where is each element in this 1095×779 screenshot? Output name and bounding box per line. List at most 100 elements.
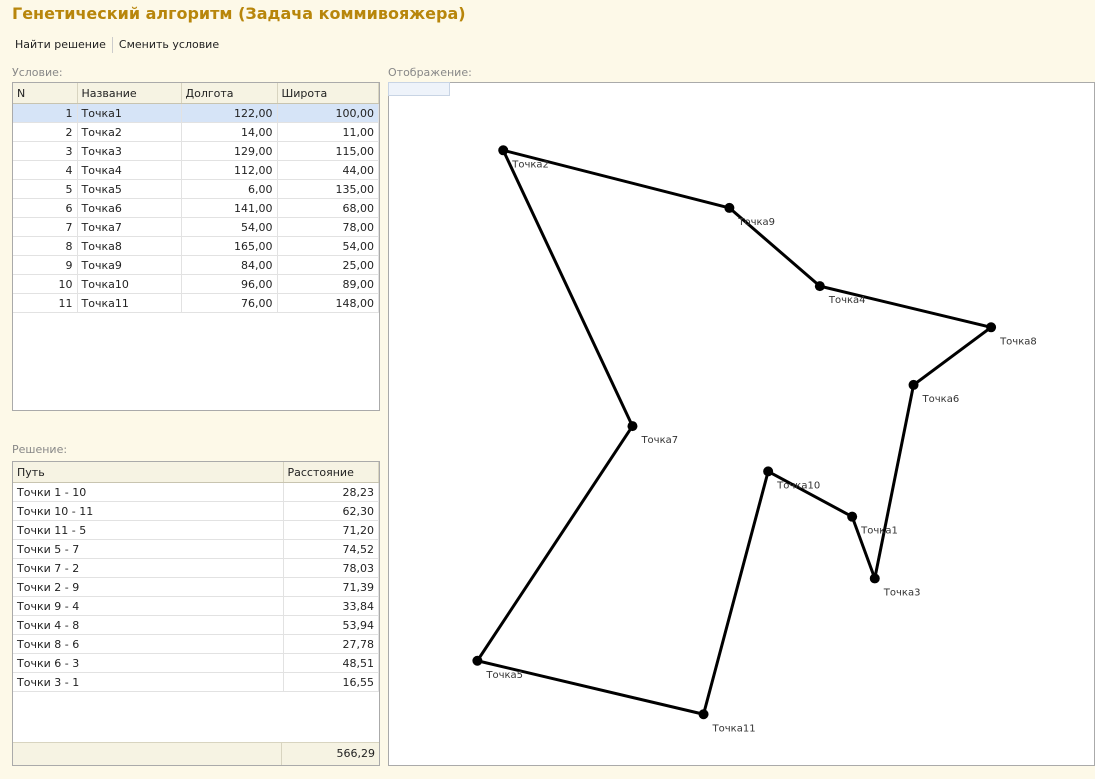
- route-point: [847, 511, 858, 522]
- table-cell: 148,00: [277, 293, 379, 313]
- route-point: [814, 281, 825, 292]
- route-segment: [912, 326, 992, 387]
- table-cell: 1: [13, 103, 78, 123]
- condition-header-3[interactable]: Широта: [277, 83, 379, 104]
- find-solution-button[interactable]: Найти решение: [10, 36, 111, 53]
- table-cell: 14,00: [181, 122, 278, 142]
- table-cell: 28,23: [283, 482, 379, 502]
- table-row[interactable]: Точки 1 - 10 28,23: [13, 482, 379, 502]
- route-point: [698, 709, 709, 720]
- table-row[interactable]: Точки 7 - 2 78,03: [13, 558, 379, 578]
- route-segment: [702, 471, 770, 715]
- table-cell: 89,00: [277, 274, 379, 294]
- window-title: Генетический алгоритм (Задача коммивояже…: [12, 4, 466, 23]
- table-cell: 3: [13, 141, 78, 161]
- route-segment: [501, 149, 634, 427]
- table-cell: Точка8: [77, 236, 182, 256]
- point-label: Точка8: [999, 336, 1037, 347]
- table-cell: Точки 6 - 3: [13, 653, 284, 673]
- table-row[interactable]: 1 Точка1 122,00 100,00: [13, 103, 379, 123]
- table-cell: 16,55: [283, 672, 379, 692]
- table-cell: 76,00: [181, 293, 278, 313]
- table-row[interactable]: Точки 3 - 1 16,55: [13, 672, 379, 692]
- solution-table[interactable]: Путь Расстояние Точки 1 - 10 28,23 Точки 10…: [12, 461, 380, 766]
- table-row[interactable]: Точки 5 - 7 74,52: [13, 539, 379, 559]
- table-cell: Точка5: [77, 179, 182, 199]
- table-cell: 122,00: [181, 103, 278, 123]
- route-point: [498, 145, 509, 156]
- table-cell: 96,00: [181, 274, 278, 294]
- table-row[interactable]: Точки 4 - 8 53,94: [13, 615, 379, 635]
- table-cell: 74,52: [283, 539, 379, 559]
- table-cell: Точки 11 - 5: [13, 520, 284, 540]
- display-label: Отображение:: [388, 66, 472, 79]
- table-cell: 33,84: [283, 596, 379, 616]
- table-cell: 44,00: [277, 160, 379, 180]
- table-row[interactable]: Точки 6 - 3 48,51: [13, 653, 379, 673]
- table-row[interactable]: Точки 9 - 4 33,84: [13, 596, 379, 616]
- table-row[interactable]: Точки 10 - 11 62,30: [13, 501, 379, 521]
- table-cell: 54,00: [277, 236, 379, 256]
- table-row[interactable]: 7 Точка7 54,00 78,00: [13, 217, 379, 237]
- table-row[interactable]: 9 Точка9 84,00 25,00: [13, 255, 379, 275]
- route-point: [627, 421, 638, 432]
- route-segment: [873, 384, 916, 579]
- table-row[interactable]: 10 Точка10 96,00 89,00: [13, 274, 379, 294]
- table-cell: 11: [13, 293, 78, 313]
- route-point: [724, 202, 735, 213]
- table-cell: Точки 10 - 11: [13, 501, 284, 521]
- table-cell: Точка1: [77, 103, 182, 123]
- route-segment: [819, 284, 992, 329]
- table-row[interactable]: Точки 11 - 5 71,20: [13, 520, 379, 540]
- solution-footer: 566,29: [13, 742, 379, 765]
- table-cell: 11,00: [277, 122, 379, 142]
- point-label: Точка3: [883, 587, 921, 598]
- table-cell: 7: [13, 217, 78, 237]
- solution-header-0[interactable]: Путь: [13, 462, 284, 483]
- condition-table[interactable]: N Название Долгота Широта 1 Точка1 122,00 100,…: [12, 82, 380, 411]
- table-cell: 68,00: [277, 198, 379, 218]
- route-point: [908, 379, 919, 390]
- table-row[interactable]: 4 Точка4 112,00 44,00: [13, 160, 379, 180]
- condition-header-2[interactable]: Долгота: [181, 83, 278, 104]
- toolbar-separator: [111, 36, 113, 53]
- solution-header-1[interactable]: Расстояние: [283, 462, 379, 483]
- change-condition-button[interactable]: Сменить условие: [114, 36, 224, 53]
- route-point: [986, 322, 997, 333]
- table-row[interactable]: Точки 8 - 6 27,78: [13, 634, 379, 654]
- point-label: Точка7: [640, 435, 678, 446]
- table-cell: 6,00: [181, 179, 278, 199]
- table-cell: 48,51: [283, 653, 379, 673]
- table-row[interactable]: 5 Точка5 6,00 135,00: [13, 179, 379, 199]
- condition-header-1[interactable]: Название: [77, 83, 182, 104]
- route-point: [763, 466, 774, 477]
- table-cell: 25,00: [277, 255, 379, 275]
- table-cell: 135,00: [277, 179, 379, 199]
- table-cell: 10: [13, 274, 78, 294]
- table-cell: Точки 5 - 7: [13, 539, 284, 559]
- table-cell: 71,39: [283, 577, 379, 597]
- table-row[interactable]: 11 Точка11 76,00 148,00: [13, 293, 379, 313]
- table-cell: 129,00: [181, 141, 278, 161]
- table-cell: Точки 4 - 8: [13, 615, 284, 635]
- table-row[interactable]: 8 Точка8 165,00 54,00: [13, 236, 379, 256]
- table-cell: Точки 7 - 2: [13, 558, 284, 578]
- condition-header-0[interactable]: N: [13, 83, 78, 104]
- table-cell: 2: [13, 122, 78, 142]
- table-cell: 100,00: [277, 103, 379, 123]
- point-label: Точка1: [860, 526, 898, 537]
- table-cell: 78,00: [277, 217, 379, 237]
- table-cell: 53,94: [283, 615, 379, 635]
- table-cell: Точка4: [77, 160, 182, 180]
- table-row[interactable]: 2 Точка2 14,00 11,00: [13, 122, 379, 142]
- solution-label: Решение:: [12, 443, 68, 456]
- table-cell: 78,03: [283, 558, 379, 578]
- table-row[interactable]: Точки 2 - 9 71,39: [13, 577, 379, 597]
- display-tab[interactable]: [388, 82, 450, 96]
- table-row[interactable]: 3 Точка3 129,00 115,00: [13, 141, 379, 161]
- table-cell: 6: [13, 198, 78, 218]
- point-label: Точка6: [922, 394, 960, 405]
- route-display: Точка1 Точка2 Точка3 Точка4 Точка5 Точка6 Точк…: [388, 82, 1095, 766]
- condition-label: Условие:: [12, 66, 63, 79]
- table-row[interactable]: 6 Точка6 141,00 68,00: [13, 198, 379, 218]
